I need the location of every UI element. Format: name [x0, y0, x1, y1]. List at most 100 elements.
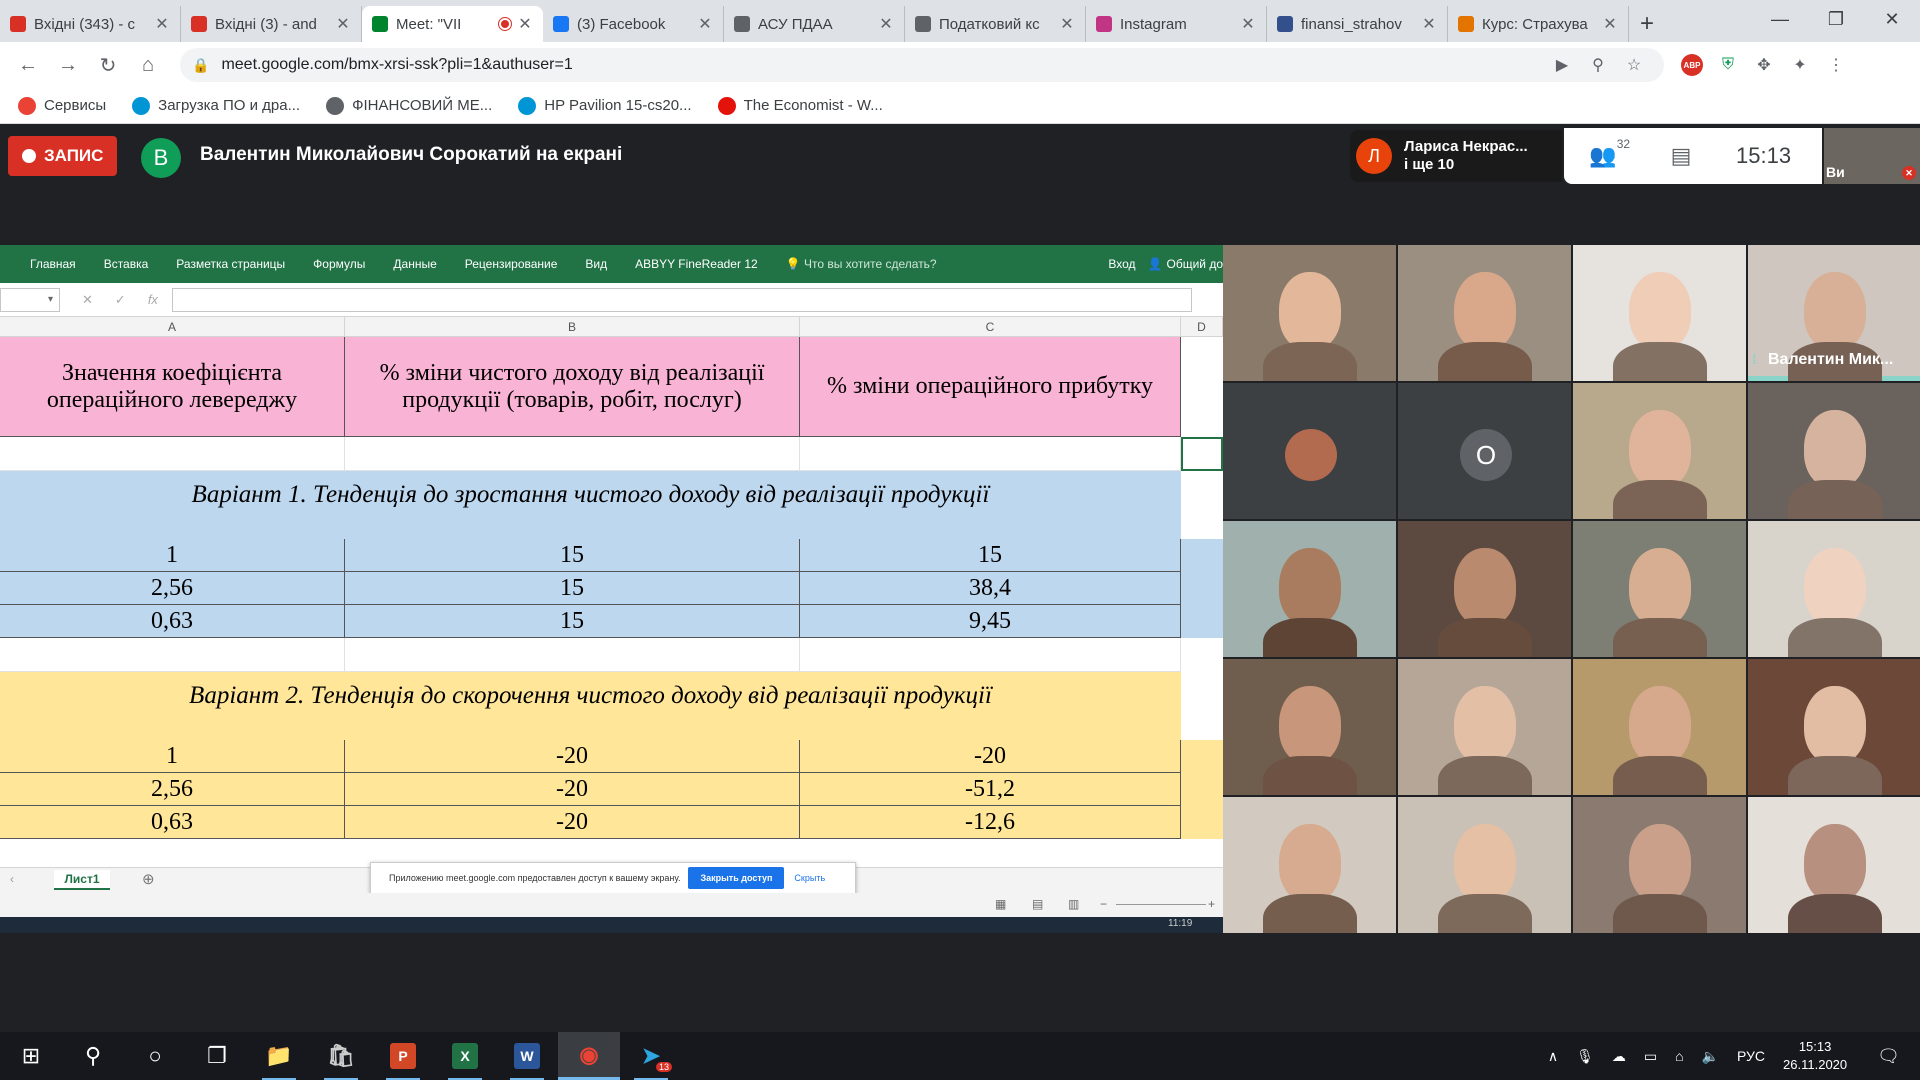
- telegram-icon[interactable]: ➤ 13: [620, 1032, 682, 1080]
- participant-tile[interactable]: [1398, 797, 1571, 933]
- extensions-puzzle-icon[interactable]: ✥: [1746, 47, 1782, 83]
- bookmark-star-icon[interactable]: ☆: [1616, 55, 1652, 75]
- participant-tile[interactable]: [1223, 245, 1396, 381]
- new-tab-button[interactable]: +: [1629, 6, 1665, 42]
- maximize-button[interactable]: ❐: [1808, 0, 1864, 38]
- excel-icon[interactable]: X: [434, 1032, 496, 1080]
- microphone-icon[interactable]: 🎙: [1576, 1048, 1594, 1065]
- close-tab-icon[interactable]: ✕: [1059, 14, 1075, 34]
- store-icon[interactable]: 🛍: [310, 1032, 372, 1080]
- ribbon-tab[interactable]: Вставка: [104, 257, 149, 271]
- table-cell[interactable]: 15: [800, 539, 1181, 572]
- participant-tile[interactable]: [1573, 659, 1746, 795]
- variant1-title[interactable]: Варіант 1. Тенденція до зростання чистог…: [0, 471, 1181, 539]
- formula-input[interactable]: [171, 287, 1192, 312]
- table-cell[interactable]: -20: [345, 740, 800, 773]
- close-window-button[interactable]: ✕: [1864, 0, 1920, 38]
- table-cell[interactable]: 15: [345, 539, 800, 572]
- participant-tile[interactable]: [1573, 797, 1746, 933]
- header-cell-b[interactable]: % зміни чистого доходу від реалізації пр…: [345, 337, 800, 437]
- bookmark-item[interactable]: The Economist - W...: [717, 96, 883, 115]
- participant-tile[interactable]: [1573, 383, 1746, 519]
- recording-badge[interactable]: ЗАПИС: [8, 136, 118, 176]
- minimize-button[interactable]: —: [1752, 0, 1808, 38]
- table-cell[interactable]: -20: [345, 773, 800, 806]
- sheet-tab[interactable]: Лист1: [54, 870, 110, 890]
- task-view-icon[interactable]: ❐: [186, 1032, 248, 1080]
- address-bar[interactable]: 🔒 meet.google.com/bmx-xrsi-ssk?pli=1&aut…: [180, 48, 1664, 82]
- close-tab-icon[interactable]: ✕: [1421, 14, 1437, 34]
- browser-tab[interactable]: Instagram ✕: [1086, 6, 1267, 42]
- browser-tab[interactable]: Вхідні (3) - and ✕: [181, 6, 362, 42]
- fx-icon[interactable]: fx: [148, 292, 158, 307]
- login-link[interactable]: Вход: [1108, 257, 1135, 271]
- close-tab-icon[interactable]: ✕: [335, 14, 351, 34]
- table-cell[interactable]: 0,63: [0, 806, 345, 839]
- close-tab-icon[interactable]: ✕: [878, 14, 894, 34]
- add-sheet-icon[interactable]: ⊕: [142, 870, 155, 888]
- home-button[interactable]: ⌂: [128, 47, 168, 83]
- empty-cell[interactable]: [800, 437, 1181, 471]
- language-indicator[interactable]: РУС: [1737, 1048, 1765, 1064]
- enter-icon[interactable]: ✓: [115, 292, 126, 308]
- participant-tile[interactable]: [1398, 521, 1571, 657]
- stop-sharing-button[interactable]: Закрыть доступ: [688, 867, 785, 889]
- participant-tile[interactable]: [1223, 797, 1396, 933]
- tray-chevron-icon[interactable]: ∧: [1548, 1048, 1558, 1065]
- zoom-icon[interactable]: ⚲: [1580, 55, 1616, 75]
- bookmark-item[interactable]: Сервисы: [18, 96, 106, 115]
- shield-extension-icon[interactable]: ⛨: [1710, 47, 1746, 83]
- reload-button[interactable]: ↻: [88, 47, 128, 83]
- column-header-a[interactable]: A: [0, 317, 345, 336]
- battery-icon[interactable]: ▭: [1644, 1048, 1657, 1065]
- bookmark-item[interactable]: Загрузка ПО и дра...: [132, 96, 300, 115]
- empty-cell[interactable]: [800, 638, 1181, 672]
- chat-button[interactable]: ▤: [1642, 143, 1720, 169]
- forward-button[interactable]: →: [48, 47, 88, 83]
- ribbon-tab[interactable]: Данные: [393, 257, 436, 271]
- scroll-left-icon[interactable]: ‹: [10, 872, 14, 886]
- table-cell[interactable]: 0,63: [0, 605, 345, 638]
- participant-tile[interactable]: [1573, 521, 1746, 657]
- close-tab-icon[interactable]: ✕: [697, 14, 713, 34]
- ribbon-tab[interactable]: Разметка страницы: [176, 257, 285, 271]
- table-cell[interactable]: 15: [345, 572, 800, 605]
- file-explorer-icon[interactable]: 📁: [248, 1032, 310, 1080]
- participant-tile[interactable]: [1223, 383, 1396, 519]
- close-tab-icon[interactable]: ✕: [154, 14, 170, 34]
- table-cell[interactable]: 2,56: [0, 572, 345, 605]
- column-header-d[interactable]: D: [1181, 317, 1223, 336]
- zoom-slider[interactable]: [1116, 904, 1206, 905]
- active-speaker-pill[interactable]: Л Лариса Некрас... і ще 10: [1350, 130, 1562, 182]
- table-cell[interactable]: 2,56: [0, 773, 345, 806]
- ribbon-tab[interactable]: ABBYY FineReader 12: [635, 257, 758, 271]
- cancel-icon[interactable]: ✕: [82, 292, 93, 308]
- browser-tab[interactable]: Податковий кс ✕: [905, 6, 1086, 42]
- ribbon-tab[interactable]: Главная: [30, 257, 76, 271]
- zoom-in-icon[interactable]: +: [1208, 897, 1215, 911]
- profile-icon[interactable]: ✦: [1782, 47, 1818, 83]
- back-button[interactable]: ←: [8, 47, 48, 83]
- participant-tile[interactable]: [1573, 245, 1746, 381]
- close-tab-icon[interactable]: ✕: [517, 14, 533, 34]
- taskbar-clock[interactable]: 15:13 26.11.2020: [1783, 1038, 1847, 1074]
- chrome-icon[interactable]: ◉: [558, 1032, 620, 1080]
- self-view-tile[interactable]: Ви ✕: [1824, 128, 1920, 184]
- powerpoint-icon[interactable]: P: [372, 1032, 434, 1080]
- hide-notice-link[interactable]: Скрыть: [794, 873, 825, 883]
- close-tab-icon[interactable]: ✕: [1602, 14, 1618, 34]
- zoom-out-icon[interactable]: −: [1100, 897, 1107, 911]
- table-cell[interactable]: 15: [345, 605, 800, 638]
- participant-tile[interactable]: [1748, 383, 1920, 519]
- participant-tile[interactable]: [1748, 521, 1920, 657]
- tell-me-search[interactable]: 💡 Что вы хотите сделать?: [786, 257, 937, 271]
- header-cell-c[interactable]: % зміни операційного прибутку: [800, 337, 1181, 437]
- table-cell[interactable]: -20: [800, 740, 1181, 773]
- participants-button[interactable]: 👥 32: [1564, 137, 1642, 169]
- variant2-title[interactable]: Варіант 2. Тенденція до скорочення чисто…: [0, 672, 1181, 740]
- table-cell[interactable]: -20: [345, 806, 800, 839]
- page-layout-icon[interactable]: ▤: [1032, 897, 1043, 911]
- browser-tab[interactable]: Meet: "VII ✕: [362, 6, 543, 42]
- notifications-icon[interactable]: 🗨: [1877, 1046, 1900, 1067]
- table-cell[interactable]: 1: [0, 740, 345, 773]
